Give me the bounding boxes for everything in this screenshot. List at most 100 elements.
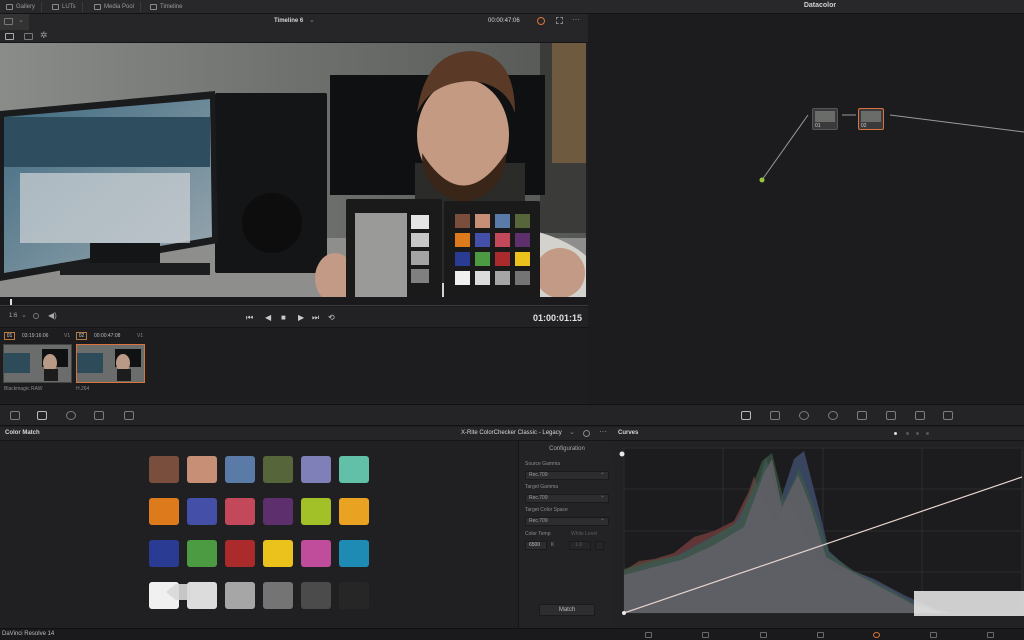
node-item[interactable]: 02: [858, 108, 884, 130]
color-patch: [263, 498, 293, 525]
color-patch: [149, 456, 179, 483]
edit-page-icon[interactable]: [702, 632, 709, 638]
color-match-icon[interactable]: [37, 411, 47, 420]
frame-patch: [515, 214, 530, 228]
step-back-icon[interactable]: ◀: [265, 314, 271, 322]
highlight-icon[interactable]: ✲: [40, 30, 48, 41]
color-temp-input[interactable]: 6500: [525, 541, 547, 550]
viewer-tools: ✲: [0, 30, 588, 43]
chevron-down-icon[interactable]: ⌄: [21, 311, 27, 319]
timeline-icon: [150, 4, 157, 10]
watermark-region: [914, 591, 1024, 616]
motion-effects-icon[interactable]: [124, 411, 134, 420]
curve-control-point: [622, 611, 626, 615]
source-gamma-label: Source Gamma: [525, 461, 561, 467]
target-color-space-select[interactable]: Rec.709: [525, 516, 609, 526]
curves-mode-dot[interactable]: [906, 432, 909, 435]
node-graph: [759, 114, 1024, 183]
color-temp-label: Color Temp: [525, 531, 551, 537]
config-title: Configuration: [549, 446, 585, 452]
color-match-title: Color Match: [5, 430, 40, 436]
tab-luts[interactable]: LUTs: [52, 2, 83, 12]
fullscreen-icon[interactable]: [556, 17, 563, 24]
go-to-last-frame-icon[interactable]: ⏭: [312, 314, 319, 322]
node-editor[interactable]: 01 02: [588, 14, 1024, 404]
more-options-icon[interactable]: ···: [572, 15, 580, 24]
video-viewer[interactable]: [0, 43, 586, 297]
tab-gallery[interactable]: Gallery: [6, 2, 43, 12]
play-icon[interactable]: ▶: [298, 314, 304, 322]
color-patch: [339, 582, 369, 609]
zoom-level[interactable]: 1:6: [9, 313, 17, 319]
color-patch: [301, 456, 331, 483]
white-level-input[interactable]: 1.0: [569, 541, 591, 550]
clip-thumbnail[interactable]: [76, 344, 145, 383]
node-connection: [889, 114, 1024, 133]
rgb-mixer-icon[interactable]: [94, 411, 104, 420]
curves-mode-dot[interactable]: [916, 432, 919, 435]
node-thumbnail: [815, 111, 835, 122]
tab-luts-label: LUTs: [62, 4, 76, 10]
go-to-first-frame-icon[interactable]: ⏮: [246, 314, 253, 322]
window-icon[interactable]: [799, 411, 809, 420]
image-wipe-icon[interactable]: [5, 33, 14, 40]
loop-icon[interactable]: [537, 17, 545, 25]
target-gamma-select[interactable]: Rec.709: [525, 493, 609, 503]
tab-gallery-label: Gallery: [16, 4, 36, 10]
blur-icon[interactable]: [857, 411, 867, 420]
curves-mode-dot[interactable]: [894, 432, 897, 435]
loop-playback-icon[interactable]: ⟲: [328, 314, 335, 322]
music-page-icon[interactable]: [930, 632, 937, 638]
chevron-down-icon[interactable]: ⌄: [309, 16, 315, 24]
viewer-mode-group: ⌄: [0, 14, 29, 30]
key-icon[interactable]: [886, 411, 896, 420]
loop-icon[interactable]: [33, 313, 39, 319]
tracker-icon[interactable]: [828, 411, 838, 420]
frame-patch: [515, 271, 530, 285]
chart-type-select[interactable]: X-Rite ColorChecker Classic - Legacy: [461, 430, 562, 436]
qualifier-icon[interactable]: [770, 411, 780, 420]
deliver-page-icon[interactable]: [987, 632, 994, 638]
color-patch: [301, 540, 331, 567]
camera-raw-icon[interactable]: [10, 411, 20, 420]
node-editor-title: Datacolor: [803, 2, 837, 9]
sizing-icon[interactable]: [915, 411, 925, 420]
transport-controls: 1:6 ⌄ ◀) ⏮ ◀ ■ ▶ ⏭ ⟲ 01:00:01:15: [0, 307, 588, 328]
curve-control-point: [619, 451, 625, 457]
source-gamma-select[interactable]: Rec.709: [525, 470, 609, 480]
match-button[interactable]: Match: [539, 604, 595, 616]
tab-media-pool[interactable]: Media Pool: [94, 2, 142, 12]
white-level-stepper[interactable]: [595, 541, 604, 550]
clip-track: V1: [64, 333, 71, 339]
target-color-space-label: Target Color Space: [525, 507, 568, 513]
media-page-icon[interactable]: [645, 632, 652, 638]
speaker-icon[interactable]: ◀): [48, 311, 57, 320]
stop-icon[interactable]: ■: [281, 314, 286, 322]
tab-timeline[interactable]: Timeline: [150, 2, 182, 12]
scrub-bar[interactable]: [0, 297, 588, 307]
clip-thumbnail[interactable]: [3, 344, 72, 383]
clips-strip: 01 03:19:16:06 V1 Blackmagic RAW 02 00:0…: [0, 329, 588, 402]
color-page-icon[interactable]: [817, 632, 824, 638]
chevron-down-icon[interactable]: ⌄: [18, 16, 24, 24]
frame-patch: [475, 233, 490, 247]
color-wheels-icon[interactable]: [66, 411, 76, 420]
timeline-name[interactable]: Timeline 6: [274, 18, 303, 24]
frame-patch: [455, 252, 470, 266]
fairlight-page-icon[interactable]: [873, 632, 880, 638]
node-item[interactable]: 01: [812, 108, 838, 130]
curves-panel[interactable]: [614, 441, 1024, 628]
chevron-down-icon[interactable]: ⌄: [569, 428, 575, 436]
3d-icon[interactable]: [943, 411, 953, 420]
single-viewer-icon[interactable]: [4, 18, 13, 25]
split-screen-icon[interactable]: [24, 33, 33, 40]
fusion-page-icon[interactable]: [760, 632, 767, 638]
curves-graph[interactable]: [614, 441, 1024, 628]
white-level-label: White Level: [571, 531, 598, 537]
status-bar: DaVinci Resolve 14: [0, 628, 1024, 640]
curves-icon[interactable]: [741, 411, 751, 420]
more-options-icon[interactable]: ···: [599, 427, 607, 436]
curves-mode-dot[interactable]: [926, 432, 929, 435]
reset-icon[interactable]: [583, 430, 590, 437]
gallery-icon: [6, 4, 13, 10]
